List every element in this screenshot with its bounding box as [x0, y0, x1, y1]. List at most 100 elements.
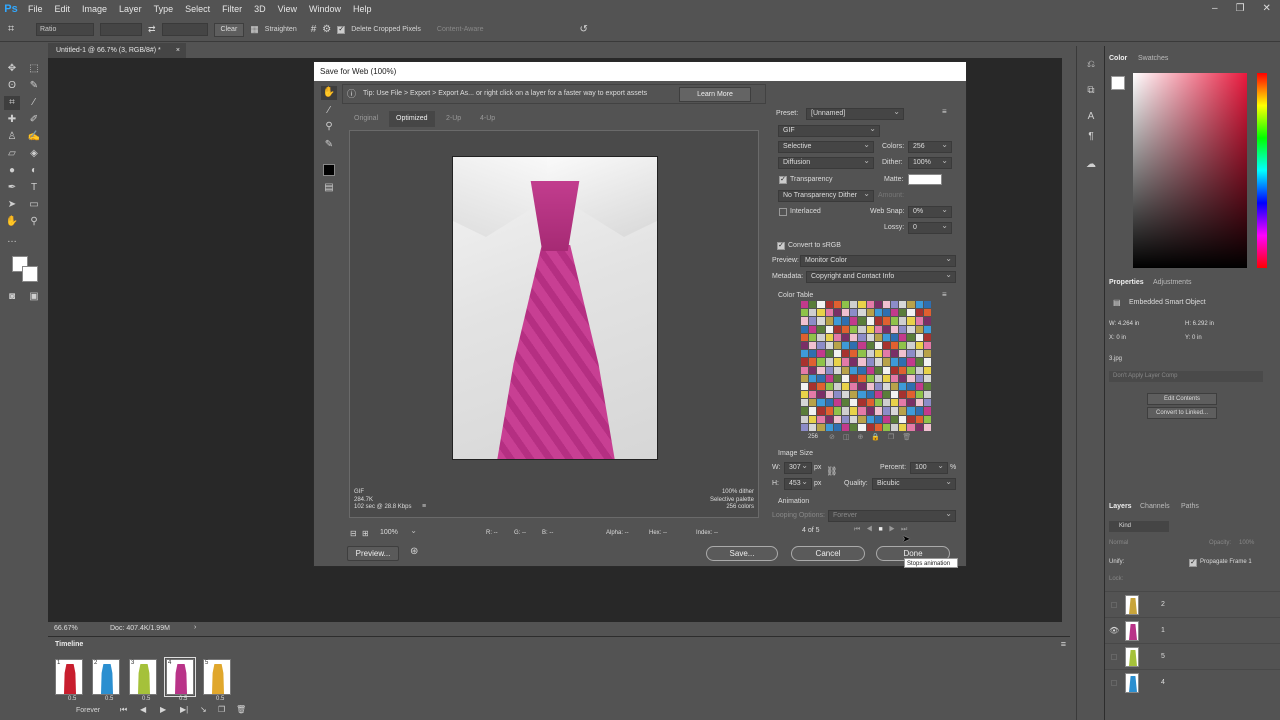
- foreground-swatch-small[interactable]: [1111, 76, 1125, 90]
- gear-icon[interactable]: ⚙: [322, 24, 331, 35]
- type-tool-icon[interactable]: T: [26, 181, 42, 195]
- timeline-frame[interactable]: 5: [203, 659, 231, 695]
- play-icon[interactable]: ▶: [160, 705, 166, 714]
- status-arrow-icon[interactable]: ›: [194, 624, 196, 631]
- menu-window[interactable]: Window: [303, 0, 347, 18]
- document-close-icon[interactable]: ×: [176, 43, 180, 58]
- timeline-frame[interactable]: 4: [164, 657, 196, 697]
- menu-image[interactable]: Image: [76, 0, 113, 18]
- preview-menu-icon[interactable]: ≡: [422, 503, 426, 510]
- lasso-tool-icon[interactable]: ʘ: [4, 79, 20, 93]
- timeline-frame[interactable]: 1: [55, 659, 83, 695]
- hand-tool-icon[interactable]: ✋: [4, 215, 20, 229]
- tab-original[interactable]: Original: [347, 111, 385, 127]
- color-table[interactable]: [801, 301, 931, 431]
- menu-3d[interactable]: 3D: [248, 0, 272, 18]
- width-field[interactable]: 307: [784, 461, 812, 474]
- minimize-button[interactable]: –: [1212, 0, 1218, 18]
- tab-properties[interactable]: Properties: [1109, 279, 1144, 286]
- pen-tool-icon[interactable]: ✒: [4, 181, 20, 195]
- interlaced-checkbox[interactable]: [779, 208, 787, 216]
- zoom-level[interactable]: 66.67%: [54, 625, 78, 632]
- cancel-button[interactable]: Cancel: [791, 546, 865, 561]
- close-button[interactable]: ✕: [1263, 0, 1271, 18]
- menu-file[interactable]: File: [22, 0, 49, 18]
- history-icon[interactable]: ⎌: [1083, 58, 1099, 72]
- marquee-tool-icon[interactable]: ⬚: [26, 62, 42, 76]
- zoom-in-icon[interactable]: ⊞: [362, 529, 369, 538]
- preview-color-select[interactable]: Monitor Color: [800, 254, 956, 267]
- document-tab[interactable]: Untitled-1 @ 66.7% (3, RGB/8#) * ×: [48, 43, 186, 58]
- color-table-actions[interactable]: ⊘◫⊕🔒❐🗑: [829, 433, 919, 441]
- tab-2up[interactable]: 2-Up: [439, 111, 468, 127]
- tab-color[interactable]: Color: [1109, 55, 1127, 62]
- optimized-preview[interactable]: GIF 284.7K 102 sec @ 28.8 Kbps ≡ 100% di…: [349, 130, 759, 518]
- crop-tool-icon[interactable]: ⌗: [4, 96, 20, 110]
- menu-edit[interactable]: Edit: [49, 0, 77, 18]
- clear-button[interactable]: Clear: [213, 22, 245, 37]
- clone-stamp-icon[interactable]: ♙: [4, 130, 20, 144]
- opacity-value[interactable]: 100%: [1239, 540, 1254, 546]
- layer-comp-select[interactable]: Don't Apply Layer Comp: [1109, 371, 1263, 382]
- matte-swatch[interactable]: [908, 174, 942, 185]
- transparency-checkbox[interactable]: ✓: [779, 176, 787, 184]
- preview-button[interactable]: Preview...: [347, 546, 399, 561]
- duplicate-frame-icon[interactable]: ❐: [218, 705, 225, 714]
- ratio-select[interactable]: Ratio: [36, 23, 94, 36]
- prop-height[interactable]: H: 6.292 in: [1185, 321, 1214, 327]
- lossy-field[interactable]: 0: [908, 221, 952, 234]
- frame-delay[interactable]: 0.5: [68, 696, 76, 702]
- zoom-tool-icon[interactable]: ⚲: [26, 215, 42, 229]
- hand-tool-icon[interactable]: ✋: [321, 86, 337, 100]
- character-icon[interactable]: A: [1083, 110, 1099, 124]
- tab-adjustments[interactable]: Adjustments: [1153, 279, 1192, 286]
- toggle-slices-icon[interactable]: ▤: [321, 181, 337, 195]
- eraser-icon[interactable]: ▱: [4, 147, 20, 161]
- tab-4up[interactable]: 4-Up: [473, 111, 502, 127]
- frame-delay[interactable]: 0.5: [142, 696, 150, 702]
- eyedropper-color-swatch[interactable]: [323, 164, 335, 176]
- menu-select[interactable]: Select: [179, 0, 216, 18]
- color-table-menu-icon[interactable]: ≡: [942, 290, 947, 299]
- learn-more-button[interactable]: Learn More: [679, 87, 751, 102]
- layer-row[interactable]: 2: [1105, 591, 1280, 617]
- healing-brush-icon[interactable]: ✚: [4, 113, 20, 127]
- visibility-toggle[interactable]: [1111, 654, 1117, 660]
- color-picker-field[interactable]: [1133, 73, 1247, 268]
- paragraph-icon[interactable]: ¶: [1083, 130, 1099, 144]
- delete-frame-icon[interactable]: 🗑: [236, 705, 246, 714]
- visibility-toggle[interactable]: [1111, 602, 1117, 608]
- loop-select[interactable]: Forever: [76, 707, 100, 714]
- paint-bucket-icon[interactable]: ◈: [26, 147, 42, 161]
- tab-layers[interactable]: Layers: [1109, 503, 1132, 510]
- more-tools-icon[interactable]: …: [4, 233, 20, 247]
- ratio-width-field[interactable]: [100, 23, 142, 36]
- save-button[interactable]: Save...: [706, 546, 778, 561]
- path-select-icon[interactable]: ➤: [4, 198, 20, 212]
- move-tool-icon[interactable]: ✥: [4, 62, 20, 76]
- delete-cropped-checkbox[interactable]: ✓: [337, 25, 346, 34]
- link-icon[interactable]: ⛓: [826, 466, 837, 477]
- maximize-button[interactable]: ❐: [1236, 0, 1245, 18]
- tab-paths[interactable]: Paths: [1181, 503, 1199, 510]
- first-frame-icon[interactable]: ⏮: [120, 705, 127, 715]
- crop-tool-icon[interactable]: ⌗: [8, 23, 30, 36]
- libraries-icon[interactable]: ☁: [1083, 158, 1099, 172]
- menu-layer[interactable]: Layer: [113, 0, 148, 18]
- preset-menu-icon[interactable]: ≡: [942, 107, 947, 116]
- dodge-tool-icon[interactable]: ◐: [26, 164, 42, 178]
- timeline-frame[interactable]: 3: [129, 659, 157, 695]
- prev-frame-icon[interactable]: ◀: [140, 705, 146, 714]
- quality-select[interactable]: Bicubic: [872, 477, 956, 490]
- websnap-field[interactable]: 0%: [908, 205, 952, 218]
- layer-row[interactable]: 5: [1105, 643, 1280, 669]
- layer-row[interactable]: 👁 1: [1105, 617, 1280, 643]
- frame-delay[interactable]: 0.5: [105, 696, 113, 702]
- dither-algorithm-select[interactable]: Diffusion: [778, 156, 874, 169]
- blur-tool-icon[interactable]: ●: [4, 164, 20, 178]
- prop-y[interactable]: Y: 0 in: [1185, 335, 1202, 341]
- visibility-toggle[interactable]: [1111, 680, 1117, 686]
- visibility-eye-icon[interactable]: 👁: [1109, 626, 1119, 635]
- blend-mode-select[interactable]: Normal: [1109, 540, 1169, 546]
- reset-icon[interactable]: ↺: [579, 24, 587, 35]
